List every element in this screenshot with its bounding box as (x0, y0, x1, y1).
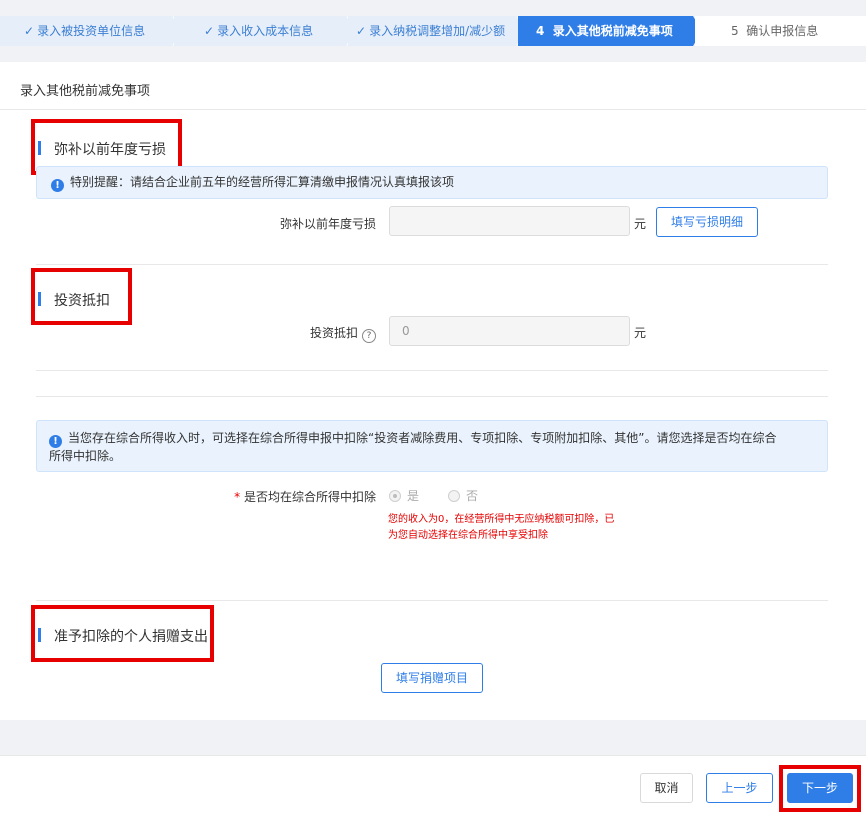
info-icon: ! (49, 435, 62, 448)
highlight-box-next (779, 765, 861, 812)
divider-2 (36, 370, 828, 371)
step-4-number: 4 (536, 24, 545, 38)
warning-line2: 为您自动选择在综合所得中享受扣除 (388, 530, 548, 541)
step-3-label: 录入纳税调整增加/减少额 (369, 24, 506, 38)
invest-label-text: 投资抵扣 (309, 326, 358, 340)
divider-4 (36, 600, 828, 601)
radio-yes[interactable]: 是 (389, 487, 419, 504)
radio-no[interactable]: 否 (448, 487, 478, 504)
cancel-button[interactable]: 取消 (640, 773, 693, 803)
donation-button[interactable]: 填写捐赠项目 (381, 663, 483, 693)
steps-bar: ✓ 录入被投资单位信息 ✓ 录入收入成本信息 ✓ 录入纳税调整增加/减少额 4 录入其… (0, 0, 866, 46)
highlight-box-invest (31, 268, 132, 325)
tip-comprehensive-line1: 当您存在综合所得收入时，可选择在综合所得申报中扣除“投资者减除费用、专项扣除、专… (68, 431, 777, 445)
step-1-label: 录入被投资单位信息 (37, 24, 146, 38)
divider-1 (36, 264, 828, 265)
check-icon: ✓ (356, 24, 367, 38)
radio-no-label: 否 (466, 489, 479, 503)
loss-detail-button[interactable]: 填写亏损明细 (656, 207, 758, 237)
step-3[interactable]: ✓ 录入纳税调整增加/减少额 (348, 16, 527, 46)
step-4-label: 录入其他税前减免事项 (552, 24, 673, 38)
step-5-number: 5 (731, 24, 739, 38)
tip-comprehensive-line2: 所得中扣除。 (49, 449, 122, 463)
step-2-label: 录入收入成本信息 (217, 24, 314, 38)
field-label-invest: 投资抵扣? (280, 324, 376, 343)
required-mark: * (234, 490, 241, 504)
step-5-label: 确认申报信息 (746, 24, 819, 38)
step-1[interactable]: ✓ 录入被投资单位信息 (0, 16, 183, 46)
panel-divider (0, 109, 866, 110)
help-icon[interactable]: ? (362, 329, 376, 343)
step-2[interactable]: ✓ 录入收入成本信息 (174, 16, 357, 46)
question-label: * 是否均在综合所得中扣除 (200, 488, 376, 505)
check-icon: ✓ (24, 24, 35, 38)
loss-input[interactable] (389, 206, 630, 236)
radio-dot-checked (389, 490, 401, 502)
warning-line1: 您的收入为0，在经营所得中无应纳税额可扣除，已 (388, 514, 615, 525)
field-label-loss: 弥补以前年度亏损 (279, 217, 376, 231)
step-4[interactable]: 4 录入其他税前减免事项 (518, 16, 702, 46)
loss-unit: 元 (634, 217, 647, 231)
prev-button[interactable]: 上一步 (706, 773, 773, 803)
main-panel: 录入其他税前减免事项 弥补以前年度亏损 ! 特别提醒：请结合企业前五年的经营所得汇… (0, 62, 866, 720)
invest-input[interactable]: 0 (389, 316, 630, 346)
footer-bar: 取消 上一步 下一步 (0, 755, 866, 816)
invest-unit: 元 (634, 326, 647, 340)
radio-yes-label: 是 (407, 489, 420, 503)
question-text: 是否均在综合所得中扣除 (243, 490, 376, 504)
highlight-box-donation (31, 605, 214, 662)
tip-loss: ! 特别提醒：请结合企业前五年的经营所得汇算清缴申报情况认真填报该项 (36, 166, 828, 199)
divider-3 (36, 396, 828, 397)
tip-loss-text: 特别提醒：请结合企业前五年的经营所得汇算清缴申报情况认真填报该项 (70, 175, 455, 189)
auto-select-warning: 您的收入为0，在经营所得中无应纳税额可扣除，已 为您自动选择在综合所得中享受扣除 (388, 512, 614, 544)
panel-title: 录入其他税前减免事项 (20, 84, 151, 99)
radio-dot (448, 490, 460, 502)
info-icon: ! (51, 179, 64, 192)
tip-comprehensive: ! 当您存在综合所得收入时，可选择在综合所得申报中扣除“投资者减除费用、专项扣除、… (36, 420, 828, 472)
check-icon: ✓ (204, 24, 215, 38)
step-5[interactable]: 5 确认申报信息 (695, 16, 866, 46)
